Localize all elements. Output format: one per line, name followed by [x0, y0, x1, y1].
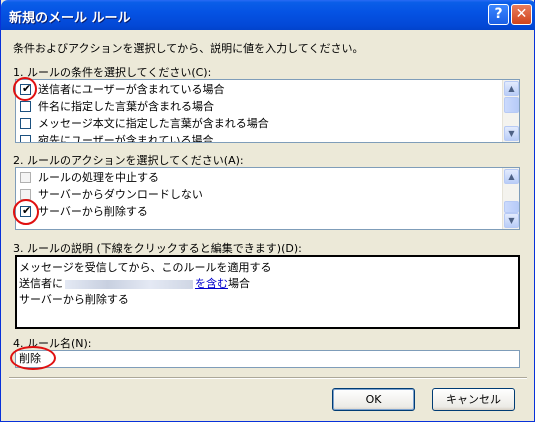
description-text: 場合 [228, 277, 250, 290]
highlight-circle [13, 77, 37, 101]
ok-button[interactable]: OK [332, 388, 415, 411]
scroll-up-icon[interactable]: ▲ [504, 81, 519, 96]
action-checkbox-stop[interactable] [20, 172, 31, 183]
condition-checkbox-recipient[interactable] [20, 135, 31, 142]
cancel-button[interactable]: キャンセル [432, 388, 515, 411]
conditions-label: 1. ルールの条件を選択してください(C): [13, 66, 212, 79]
scroll-up-icon[interactable]: ▲ [504, 169, 519, 184]
window-title: 新規のメール ルール [9, 11, 131, 26]
rule-description-box: メッセージを受信してから、このルールを適用する 送信者に を含む場合 サーバーから… [15, 255, 520, 329]
condition-label: メッセージ本文に指定した言葉が含まれる場合 [38, 117, 269, 130]
scroll-down-icon[interactable]: ▼ [504, 213, 519, 228]
action-label: ルールの処理を中止する [38, 171, 159, 184]
description-label: 3. ルールの説明 (下線をクリックすると編集できます)(D): [13, 242, 302, 255]
condition-checkbox-body[interactable] [20, 118, 31, 129]
condition-checkbox-subject[interactable] [20, 101, 31, 112]
title-bar[interactable]: 新規のメール ルール ? ✕ [1, 0, 535, 30]
new-mail-rule-dialog: 新規のメール ルール ? ✕ 条件およびアクションを選択してから、説明に値を入力… [0, 0, 535, 422]
scroll-thumb[interactable] [504, 201, 519, 213]
rule-name-input[interactable]: 削除 [15, 350, 520, 368]
highlight-circle [13, 199, 39, 225]
instructions-text: 条件およびアクションを選択してから、説明に値を入力してください。 [13, 42, 364, 55]
close-button[interactable]: ✕ [511, 4, 532, 25]
scroll-down-icon[interactable]: ▼ [504, 126, 519, 141]
condition-label: 件名に指定した言葉が含まれる場合 [38, 100, 214, 113]
action-label: サーバーから削除する [38, 205, 148, 218]
actions-label: 2. ルールのアクションを選択してください(A): [13, 154, 244, 167]
description-text: 送信者に [19, 277, 63, 290]
actions-list[interactable]: ルールの処理を中止する サーバーからダウンロードしない ✔ サーバーから削除する… [15, 167, 520, 230]
condition-label: 送信者にユーザーが含まれている場合 [38, 83, 225, 96]
contains-link[interactable]: を含む [195, 277, 228, 290]
actions-scrollbar[interactable]: ▲ ▼ [502, 168, 519, 229]
conditions-scrollbar[interactable]: ▲ ▼ [502, 80, 519, 142]
description-line-3: サーバーから削除する [19, 293, 129, 306]
conditions-list[interactable]: ✔ 送信者にユーザーが含まれている場合 件名に指定した言葉が含まれる場合 メッセ… [15, 79, 520, 143]
condition-label: 宛先にユーザーが含まれている場合 [38, 134, 214, 143]
description-line-1: メッセージを受信してから、このルールを適用する [19, 261, 272, 274]
divider [9, 377, 527, 379]
description-line-2: 送信者に を含む場合 [19, 276, 250, 291]
scroll-thumb[interactable] [504, 97, 519, 113]
highlight-circle [10, 346, 56, 370]
redacted-address [65, 279, 193, 289]
help-button[interactable]: ? [488, 4, 509, 25]
action-label: サーバーからダウンロードしない [38, 188, 203, 201]
